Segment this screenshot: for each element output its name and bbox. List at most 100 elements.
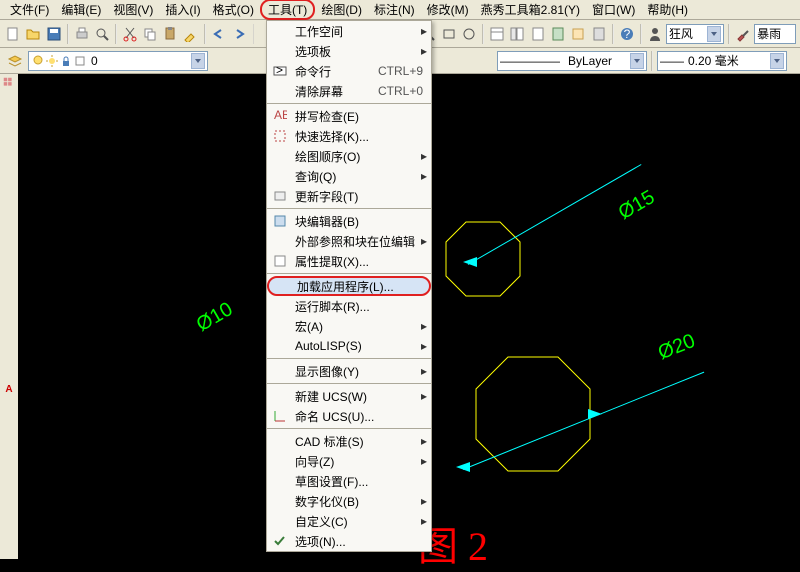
polygon-button[interactable] [1,143,17,159]
menu-updatefield[interactable]: 更新字段(T) [267,186,431,206]
menu-loadapp[interactable]: 加载应用程序(L)... [267,276,431,296]
menu-format[interactable]: 格式(O) [207,0,260,20]
matchprop-button[interactable] [182,23,200,45]
menu-nameucs[interactable]: 命名 UCS(U)... [267,406,431,426]
menu-palette[interactable]: 选项板▸ [267,41,431,61]
cut-button[interactable] [121,23,139,45]
print-button[interactable] [73,23,91,45]
arc-button[interactable] [1,177,17,193]
menu-draw[interactable]: 绘图(D) [315,0,368,20]
help-button[interactable]: ? [618,23,636,45]
insert-button[interactable] [1,262,17,278]
grid-icon[interactable] [1,75,17,91]
props-button[interactable] [488,23,506,45]
menu-window[interactable]: 窗口(W) [586,0,641,20]
dim-button[interactable] [1,398,17,414]
menu-quickselect[interactable]: 快速选择(K)... [267,126,431,146]
menu-draworder[interactable]: 绘图顺序(O)▸ [267,146,431,166]
save-button[interactable] [45,23,63,45]
mtext-button[interactable]: A [1,381,17,397]
layerprops-button[interactable] [4,50,26,72]
menu-newucs[interactable]: 新建 UCS(W)▸ [267,386,431,406]
menubar: 文件(F) 编辑(E) 视图(V) 插入(I) 格式(O) 工具(T) 绘图(D… [0,0,800,20]
block-button[interactable] [1,279,17,295]
centermark-button[interactable] [1,449,17,465]
menu-digitizer[interactable]: 数字化仪(B)▸ [267,491,431,511]
blockedit-icon [271,213,289,229]
layer-combo[interactable]: 0 [28,51,208,71]
menu-autolisp[interactable]: AutoLISP(S)▸ [267,336,431,356]
menu-help[interactable]: 帮助(H) [641,0,694,20]
menu-attrextract[interactable]: 属性提取(X)... [267,251,431,271]
sheetset-button[interactable] [549,23,567,45]
menu-sketch[interactable]: 草图设置(F)... [267,471,431,491]
tolerance-button[interactable] [1,432,17,448]
menu-showimg[interactable]: 显示图像(Y)▸ [267,361,431,381]
menu-file[interactable]: 文件(F) [4,0,55,20]
copy-button[interactable] [141,23,159,45]
brush-icon[interactable] [734,23,752,45]
menu-query[interactable]: 查询(Q)▸ [267,166,431,186]
rect-button[interactable] [1,160,17,176]
linetype-combo[interactable]: ————— ByLayer [497,51,647,71]
new-button[interactable] [4,23,22,45]
menu-spellcheck[interactable]: ABC拼写检查(E) [267,106,431,126]
designcenter-button[interactable] [508,23,526,45]
markup-button[interactable] [569,23,587,45]
menu-customize[interactable]: 自定义(C)▸ [267,511,431,531]
open-button[interactable] [24,23,42,45]
hatch-button[interactable] [1,313,17,329]
menu-cmdline[interactable]: >命令行CTRL+9 [267,61,431,81]
menu-macro[interactable]: 宏(A)▸ [267,316,431,336]
menu-runscript[interactable]: 运行脚本(R)... [267,296,431,316]
person-icon[interactable] [646,23,664,45]
region-button[interactable] [1,347,17,363]
menu-blockeditor[interactable]: 块编辑器(B) [267,211,431,231]
undo-button[interactable] [210,23,228,45]
paste-button[interactable] [162,23,180,45]
preview-button[interactable] [93,23,111,45]
menu-modify[interactable]: 修改(M) [421,0,475,20]
menu-xref[interactable]: 外部参照和块在位编辑▸ [267,231,431,251]
menu-annotate[interactable]: 标注(N) [368,0,421,20]
menu-options[interactable]: 选项(N)... [267,531,431,551]
leader-button[interactable] [1,415,17,431]
menu-view[interactable]: 视图(V) [107,0,159,20]
point-button[interactable] [1,296,17,312]
lineweight-combo[interactable]: —— 0.20 毫米 [657,51,787,71]
menu-cadstd[interactable]: CAD 标准(S)▸ [267,431,431,451]
ellipse-button[interactable] [1,245,17,261]
pline-button[interactable] [1,126,17,142]
style-combo-1[interactable]: 狂风 [666,24,724,44]
style-combo-1-value: 狂风 [669,25,693,42]
svg-text:>: > [276,64,283,77]
calc-button[interactable] [590,23,608,45]
menu-clearscreen[interactable]: 清除屏幕CTRL+0 [267,81,431,101]
spline-button[interactable] [1,228,17,244]
lightbulb-icon [31,54,45,68]
lineweight-value: 0.20 毫米 [688,52,739,69]
attr-icon [271,253,289,269]
revcloud-button[interactable] [1,211,17,227]
ucs-icon [271,408,289,424]
dim-text-15: Ø15 [615,186,659,225]
style-combo-2[interactable]: 暴雨 [754,24,796,44]
gradient-button[interactable] [1,330,17,346]
table-button[interactable] [1,364,17,380]
menu-edit[interactable]: 编辑(E) [55,0,107,20]
field-icon [271,188,289,204]
menu-workspace[interactable]: 工作空间▸ [267,21,431,41]
menu-yanxiu[interactable]: 燕秀工具箱2.81(Y) [475,0,586,20]
cmdline-icon: > [271,63,289,79]
toolpalettes-button[interactable] [529,23,547,45]
menu-wizard[interactable]: 向导(Z)▸ [267,451,431,471]
cline-button[interactable] [1,109,17,125]
lock-icon [59,54,73,68]
line-button[interactable] [1,92,17,108]
menu-tools[interactable]: 工具(T) [260,0,315,20]
redo-button[interactable] [230,23,248,45]
menu-insert[interactable]: 插入(I) [159,0,206,20]
circle-button[interactable] [1,194,17,210]
zoomprev-button[interactable] [460,23,478,45]
zoomw-button[interactable] [440,23,458,45]
